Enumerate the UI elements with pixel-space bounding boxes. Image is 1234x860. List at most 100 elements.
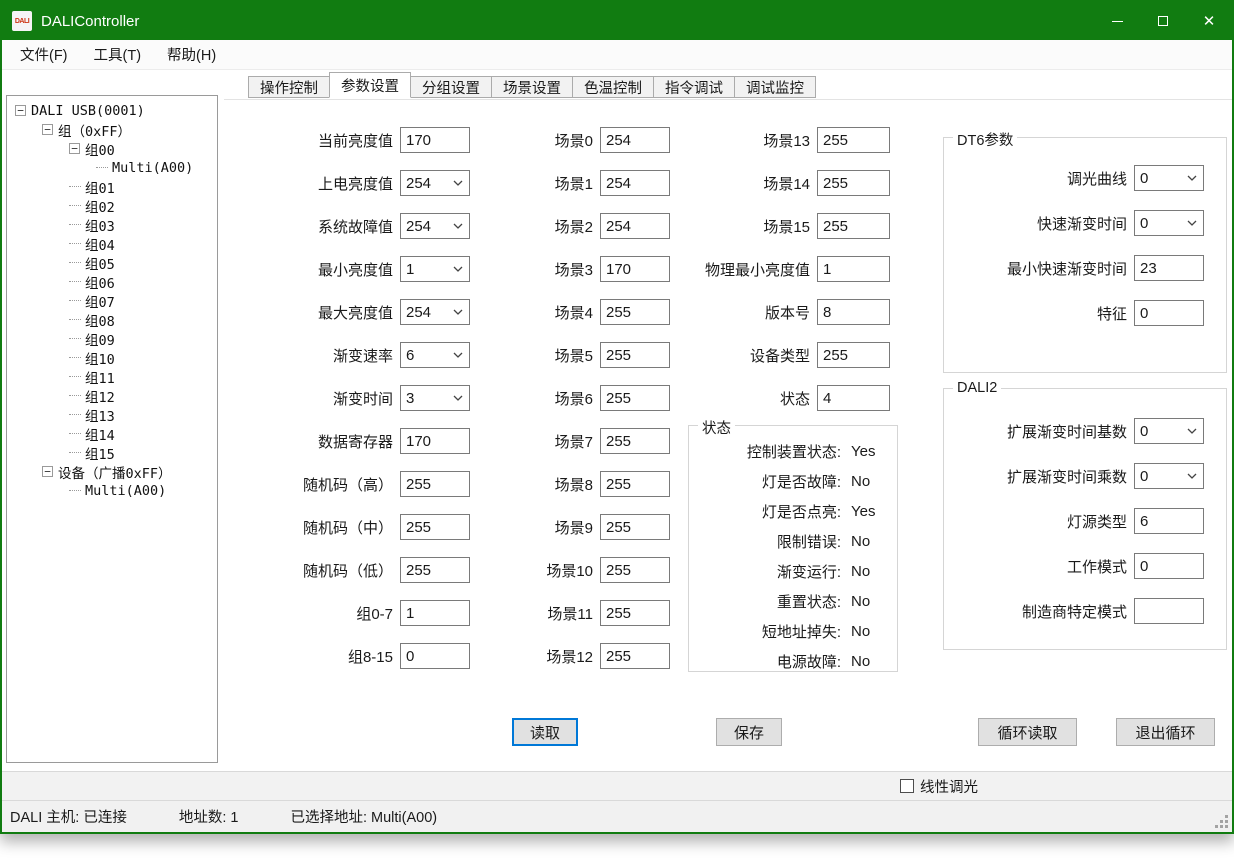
tree-expander-icon[interactable]: − [15, 105, 26, 116]
tab-2[interactable]: 参数设置 [329, 72, 411, 98]
maximize-button[interactable] [1140, 2, 1186, 40]
chevron-down-icon [453, 395, 463, 401]
chevron-down-icon [1187, 428, 1197, 434]
save-button[interactable]: 保存 [716, 718, 782, 746]
field-input[interactable]: 255 [817, 127, 890, 153]
field-combobox[interactable]: 1 [400, 256, 470, 282]
field-input[interactable] [1134, 598, 1204, 624]
field-input[interactable]: 255 [400, 471, 470, 497]
field-input[interactable]: 255 [600, 385, 670, 411]
status-row: 渐变运行:No [689, 560, 897, 582]
app-window: DALI DALIController ✕ 文件(F) 工具(T) 帮助(H) … [0, 0, 1234, 834]
status-value: No [851, 563, 870, 580]
tab-6[interactable]: 指令调试 [653, 76, 735, 98]
tree-item[interactable]: −DALI USB(0001) [7, 101, 217, 120]
read-button[interactable]: 读取 [512, 718, 578, 746]
field-combobox[interactable]: 0 [1134, 210, 1204, 236]
minimize-icon [1112, 21, 1123, 22]
linear-dimming-checkbox-wrap[interactable]: 线性调光 [900, 776, 978, 797]
field-combobox[interactable]: 254 [400, 299, 470, 325]
tree-item[interactable]: −组00 [7, 139, 217, 158]
menu-item-file[interactable]: 文件(F) [10, 40, 78, 69]
field-input[interactable]: 0 [400, 643, 470, 669]
tree-expander-icon[interactable]: − [42, 466, 53, 477]
field-input[interactable]: 255 [600, 643, 670, 669]
field-combobox[interactable]: 0 [1134, 418, 1204, 444]
field-input[interactable]: 0 [1134, 553, 1204, 579]
field-input[interactable]: 255 [600, 471, 670, 497]
field-combobox[interactable]: 0 [1134, 463, 1204, 489]
tree-item[interactable]: −设备（广播0xFF） [7, 462, 217, 481]
field-input[interactable]: 170 [600, 256, 670, 282]
tree-item[interactable]: 组04 [7, 234, 217, 253]
tab-4[interactable]: 场景设置 [491, 76, 573, 98]
tree-item[interactable]: 组02 [7, 196, 217, 215]
tree-item[interactable]: 组08 [7, 310, 217, 329]
field-label: 当前亮度值 [248, 130, 400, 151]
loop-read-button[interactable]: 循环读取 [978, 718, 1077, 746]
field-input[interactable]: 255 [817, 170, 890, 196]
field-combobox[interactable]: 0 [1134, 165, 1204, 191]
field-input[interactable]: 255 [817, 213, 890, 239]
tree-expander-icon[interactable]: − [69, 143, 80, 154]
tree-item[interactable]: 组07 [7, 291, 217, 310]
tab-1[interactable]: 操作控制 [248, 76, 330, 98]
exit-loop-button[interactable]: 退出循环 [1116, 718, 1215, 746]
close-button[interactable]: ✕ [1186, 2, 1232, 40]
tab-3[interactable]: 分组设置 [410, 76, 492, 98]
field-input[interactable]: 255 [400, 514, 470, 540]
field-combobox[interactable]: 254 [400, 213, 470, 239]
status-value: Yes [851, 503, 875, 520]
tree-item[interactable]: 组05 [7, 253, 217, 272]
field-input[interactable]: 254 [600, 170, 670, 196]
field-combobox[interactable]: 3 [400, 385, 470, 411]
field-input[interactable]: 255 [600, 600, 670, 626]
field-input[interactable]: 255 [817, 342, 890, 368]
field-input[interactable]: 255 [600, 428, 670, 454]
field-input[interactable]: 4 [817, 385, 890, 411]
tree-expander-icon[interactable]: − [42, 124, 53, 135]
field-input[interactable]: 1 [817, 256, 890, 282]
resize-grip-icon[interactable] [1214, 814, 1228, 828]
field-input[interactable]: 254 [600, 127, 670, 153]
field-input[interactable]: 1 [400, 600, 470, 626]
tree-item[interactable]: 组06 [7, 272, 217, 291]
tree-item[interactable]: 组15 [7, 443, 217, 462]
field-label: 场景8 [515, 474, 600, 495]
tab-5[interactable]: 色温控制 [572, 76, 654, 98]
field-input[interactable]: 170 [400, 428, 470, 454]
checkbox-icon[interactable] [900, 779, 914, 793]
tree-item[interactable]: Multi(A00) [7, 481, 217, 500]
tree-item[interactable]: 组10 [7, 348, 217, 367]
tree-item-label: DALI USB(0001) [31, 103, 145, 119]
field-input[interactable]: 23 [1134, 255, 1204, 281]
field-input[interactable]: 255 [400, 557, 470, 583]
menu-item-tools[interactable]: 工具(T) [84, 40, 152, 69]
tree-item[interactable]: 组01 [7, 177, 217, 196]
tree-item[interactable]: 组03 [7, 215, 217, 234]
field-combobox[interactable]: 6 [400, 342, 470, 368]
tree-item[interactable]: 组14 [7, 424, 217, 443]
tree-item[interactable]: −组（0xFF） [7, 120, 217, 139]
field-input[interactable]: 255 [600, 557, 670, 583]
field-input[interactable]: 255 [600, 342, 670, 368]
field-input[interactable]: 254 [600, 213, 670, 239]
field-input[interactable]: 6 [1134, 508, 1204, 534]
field-input[interactable]: 0 [1134, 300, 1204, 326]
tree-item[interactable]: 组12 [7, 386, 217, 405]
field-input[interactable]: 255 [600, 299, 670, 325]
tree-item[interactable]: 组13 [7, 405, 217, 424]
tab-7[interactable]: 调试监控 [734, 76, 816, 98]
device-tree: −DALI USB(0001)−组（0xFF）−组00Multi(A00)组01… [6, 95, 218, 763]
field-input[interactable]: 255 [600, 514, 670, 540]
chevron-down-icon [453, 266, 463, 272]
field-combobox[interactable]: 254 [400, 170, 470, 196]
minimize-button[interactable] [1094, 2, 1140, 40]
tree-item[interactable]: 组11 [7, 367, 217, 386]
field-input[interactable]: 8 [817, 299, 890, 325]
tree-item[interactable]: Multi(A00) [7, 158, 217, 177]
menu-item-help[interactable]: 帮助(H) [157, 40, 226, 69]
field-input[interactable]: 170 [400, 127, 470, 153]
tree-connector-icon [69, 281, 81, 282]
tree-item[interactable]: 组09 [7, 329, 217, 348]
